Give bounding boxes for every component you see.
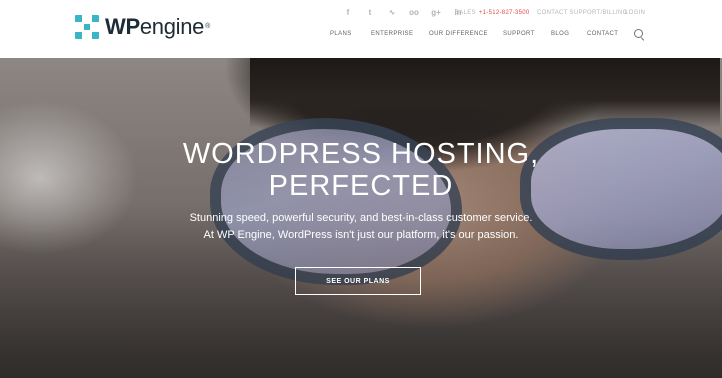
- flickr-icon[interactable]: oo: [409, 8, 419, 18]
- rss-icon[interactable]: ∿: [387, 8, 397, 18]
- site-header: WPengine® f t ∿ oo g+ in SALES +1-512-827…: [0, 0, 722, 58]
- contact-support-link[interactable]: CONTACT SUPPORT/BILLING: [537, 10, 628, 16]
- nav-blog[interactable]: BLOG: [551, 31, 569, 37]
- see-our-plans-button[interactable]: SEE OUR PLANS: [295, 267, 421, 295]
- hero-subtitle-line1: Stunning speed, powerful security, and b…: [189, 212, 533, 224]
- hero-banner: WORDPRESS HOSTING, PERFECTED Stunning sp…: [0, 58, 722, 378]
- login-link[interactable]: LOGIN: [625, 10, 645, 16]
- logo-registered: ®: [205, 23, 210, 30]
- sales-phone[interactable]: SALES +1-512-827-3500: [455, 10, 530, 16]
- nav-enterprise[interactable]: ENTERPRISE: [371, 31, 413, 37]
- main-nav: PLANS ENTERPRISE OUR DIFFERENCE SUPPORT …: [0, 31, 722, 41]
- search-icon[interactable]: [634, 29, 643, 38]
- nav-contact[interactable]: CONTACT: [587, 31, 618, 37]
- nav-plans[interactable]: PLANS: [330, 31, 352, 37]
- sales-label: SALES: [455, 10, 476, 16]
- hero-headline-line2: PERFECTED: [268, 170, 454, 202]
- facebook-icon[interactable]: f: [343, 8, 353, 18]
- google-plus-icon[interactable]: g+: [431, 8, 441, 18]
- hero-subtitle-line2: At WP Engine, WordPress isn't just our p…: [203, 229, 519, 241]
- twitter-icon[interactable]: t: [365, 8, 375, 18]
- nav-support[interactable]: SUPPORT: [503, 31, 535, 37]
- sales-phone-number[interactable]: +1-512-827-3500: [479, 10, 530, 16]
- hero-headline-line1: WORDPRESS HOSTING,: [182, 138, 540, 170]
- nav-our-difference[interactable]: OUR DIFFERENCE: [429, 31, 488, 37]
- social-links: f t ∿ oo g+ in: [343, 8, 463, 18]
